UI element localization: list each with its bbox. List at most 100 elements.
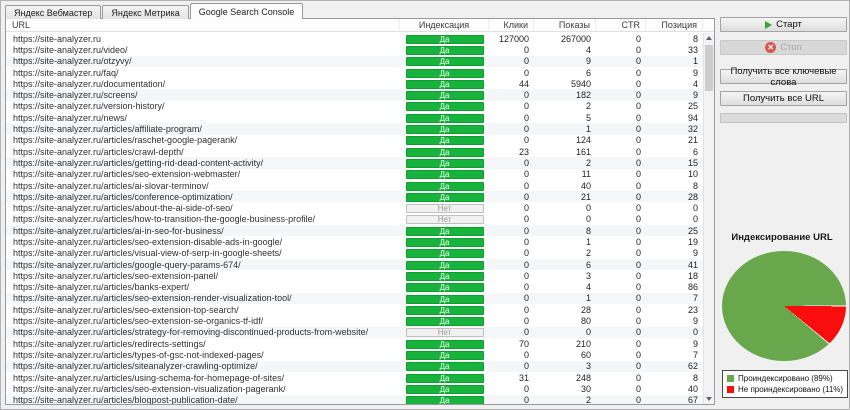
shows-cell: 5940 [570,78,591,89]
table-row[interactable]: https://site-analyzer.ru/documentation/Д… [6,78,703,90]
table-row[interactable]: https://site-analyzer.ru/articles/seo-ex… [6,315,703,327]
url-cell: https://site-analyzer.ru/articles/rasche… [13,135,238,146]
indexed-badge: Да [405,339,484,349]
start-button[interactable]: Старт [720,17,847,32]
table-row[interactable]: https://site-analyzer.ru/articles/gettin… [6,157,703,169]
table-header: URL Индексация Клики Показы CTR Позиция [6,19,714,32]
table-row[interactable]: https://site-analyzer.ru/articles/seo-ex… [6,270,703,282]
clicks-cell: 0 [523,248,529,259]
position-cell: 4 [692,78,698,89]
table-row[interactable]: https://site-analyzer.ru/articles/using-… [6,371,703,384]
tab-google-search-console[interactable]: Google Search Console [189,3,304,19]
column-header-2[interactable]: Клики [489,19,534,32]
scrollbar-thumb[interactable] [705,45,713,91]
table-row[interactable]: https://site-analyzer.ru/articles/rasche… [6,134,703,146]
table-scrollbar[interactable] [703,33,714,404]
position-cell: 62 [687,361,698,372]
table-row[interactable]: https://site-analyzer.ru/articles/sitean… [6,360,703,372]
table-row[interactable]: https://site-analyzer.ru Да 127000 267000 0 8 [6,33,703,45]
clicks-cell: 0 [523,169,529,180]
url-cell: https://site-analyzer.ru/news/ [13,112,128,123]
ctr-cell: 0 [635,169,641,180]
scroll-down-icon[interactable] [704,394,714,404]
pie-legend: Проиндексировано (89%) Не проиндексирован… [722,370,848,398]
table-row[interactable]: https://site-analyzer.ru/articles/blogpo… [6,394,703,405]
table-row[interactable]: https://site-analyzer.ru/articles/ai-slo… [6,179,703,192]
url-table: URL Индексация Клики Показы CTR Позиция https… [5,18,715,405]
index-cell: Да [400,361,489,372]
url-cell: https://site-analyzer.ru/articles/blogpo… [13,395,238,405]
table-row[interactable]: https://site-analyzer.ru/screens/Да 0 182 0… [6,89,703,101]
column-header-0[interactable]: URL [6,19,400,32]
column-header-3[interactable]: Показы [534,19,596,32]
position-cell: 8 [692,33,698,44]
ctr-cell: 0 [635,361,641,372]
scroll-up-icon[interactable] [704,33,714,43]
position-cell: 28 [687,191,698,202]
index-cell: Да [400,124,489,135]
url-cell: https://site-analyzer.ru/articles/strate… [13,327,369,338]
position-cell: 0 [692,327,698,338]
position-cell: 25 [687,101,698,112]
ctr-cell: 0 [635,316,641,327]
table-row[interactable]: https://site-analyzer.ru/video/Да 0 4 0 33 [6,44,703,56]
table-row[interactable]: https://site-analyzer.ru/articles/seo-ex… [6,292,703,305]
clicks-cell: 0 [523,157,529,168]
url-cell: https://site-analyzer.ru/articles/crawl-… [13,146,184,157]
table-row[interactable]: https://site-analyzer.ru/articles/how-to… [6,213,703,226]
index-cell: Да [400,79,489,89]
tab-yandex-webmaster[interactable]: Яндекс Вебмастер [5,5,102,19]
url-cell: https://site-analyzer.ru/articles/ai-in-… [13,225,224,236]
indexed-badge: Да [405,113,484,123]
url-cell: https://site-analyzer.ru/articles/seo-ex… [13,236,283,247]
table-row[interactable]: https://site-analyzer.ru/articles/ai-in-… [6,225,703,237]
table-row[interactable]: https://site-analyzer.ru/faq/Да 0 6 0 9 [6,66,703,79]
shows-cell: 0 [585,214,591,225]
url-cell: https://site-analyzer.ru/faq/ [13,67,119,78]
chart-title: Индексирование URL [731,232,833,243]
column-header-1[interactable]: Индексация [400,19,489,32]
clicks-cell: 0 [523,236,529,247]
table-row[interactable]: https://site-analyzer.ru/articles/seo-ex… [6,304,703,316]
url-cell: https://site-analyzer.ru [13,33,102,44]
index-cell: Да [400,147,489,157]
table-row[interactable]: https://site-analyzer.ru/version-history… [6,100,703,113]
table-row[interactable]: https://site-analyzer.ru/news/Да 0 5 0 94 [6,112,703,124]
table-row[interactable]: https://site-analyzer.ru/articles/google… [6,258,703,271]
index-cell: Да [400,395,489,404]
table-row[interactable]: https://site-analyzer.ru/otzyvy/Да 0 9 0 1 [6,55,703,67]
table-row[interactable]: https://site-analyzer.ru/articles/banks-… [6,281,703,293]
shows-cell: 2 [585,395,591,405]
index-cell: Да [400,34,489,44]
shows-cell: 8 [585,225,591,236]
position-cell: 32 [687,124,698,135]
column-header-5[interactable]: Позиция [646,19,703,32]
table-row[interactable]: https://site-analyzer.ru/articles/visual… [6,247,703,259]
clicks-cell: 0 [523,225,529,236]
position-cell: 9 [692,248,698,259]
table-row[interactable]: https://site-analyzer.ru/articles/crawl-… [6,145,703,158]
table-row[interactable]: https://site-analyzer.ru/articles/seo-ex… [6,236,703,248]
ctr-cell: 0 [635,203,641,214]
table-row[interactable]: https://site-analyzer.ru/articles/types-… [6,349,703,361]
url-cell: https://site-analyzer.ru/documentation/ [13,78,166,89]
column-header-4[interactable]: CTR [596,19,646,32]
tab-yandex-metrika[interactable]: Яндекс Метрика [102,5,189,19]
url-cell: https://site-analyzer.ru/articles/ai-slo… [13,180,209,191]
table-row[interactable]: https://site-analyzer.ru/articles/redire… [6,338,703,350]
legend-item: Проиндексировано (89%) [727,373,843,384]
table-row[interactable]: https://site-analyzer.ru/articles/confer… [6,191,703,203]
stop-button[interactable]: ✕ Стоп [720,40,847,55]
table-row[interactable]: https://site-analyzer.ru/articles/strate… [6,326,703,339]
indexed-badge: Да [405,170,484,180]
position-cell: 0 [692,203,698,214]
get-urls-button[interactable]: Получить все URL [720,91,847,106]
table-row[interactable]: https://site-analyzer.ru/articles/seo-ex… [6,168,703,180]
ctr-cell: 0 [635,372,641,383]
table-row[interactable]: https://site-analyzer.ru/articles/seo-ex… [6,383,703,395]
table-row[interactable]: https://site-analyzer.ru/articles/affili… [6,123,703,135]
shows-cell: 0 [585,203,591,214]
get-keywords-button[interactable]: Получить все ключевые слова [720,66,847,88]
shows-cell: 267000 [560,33,591,44]
table-row[interactable]: https://site-analyzer.ru/articles/about-… [6,202,703,214]
